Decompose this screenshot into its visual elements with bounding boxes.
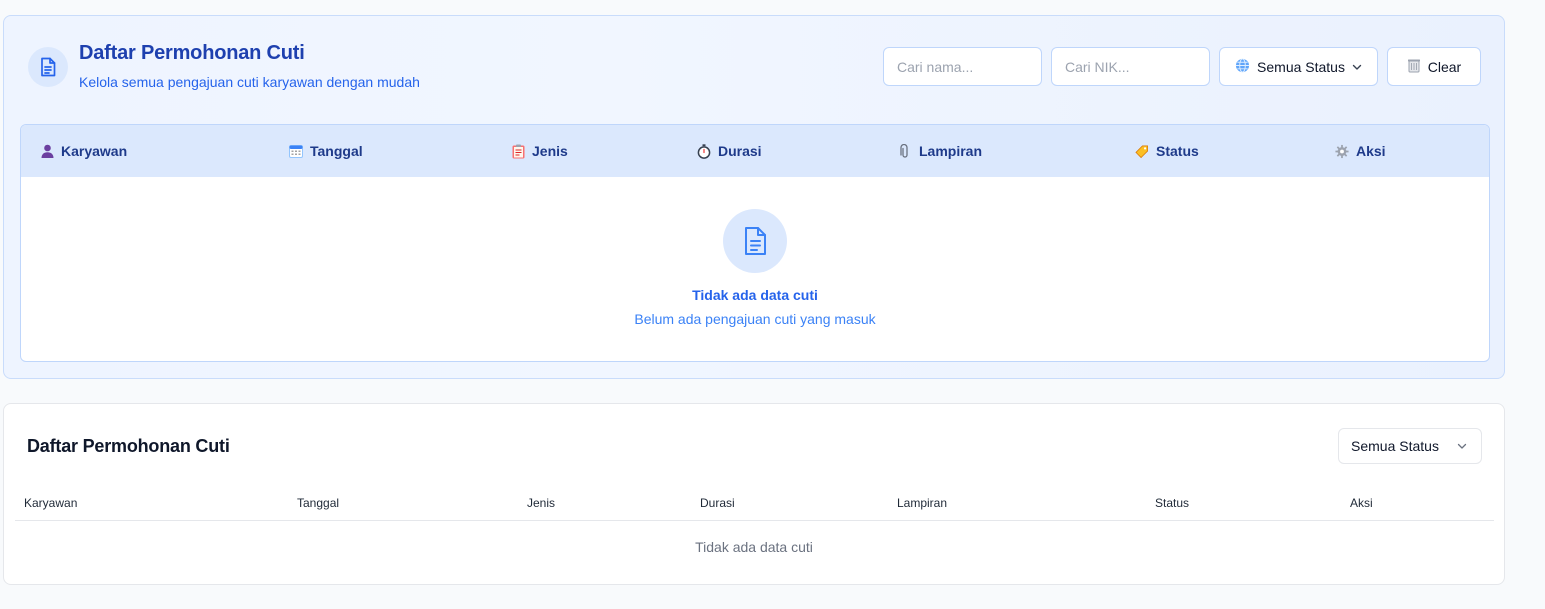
column-header-durasi: Durasi (700, 496, 735, 510)
column-header-karyawan: Karyawan (40, 125, 127, 177)
wastebasket-icon (1407, 58, 1421, 76)
section-title: Daftar Permohonan Cuti (27, 436, 230, 456)
column-header-jenis: Jenis (511, 125, 568, 177)
table-divider (15, 520, 1494, 521)
column-header-durasi: Durasi (697, 125, 762, 177)
chevron-down-icon (1352, 59, 1362, 75)
status-select[interactable]: Semua Status (1338, 428, 1482, 464)
page-title: Daftar Permohonan Cuti (79, 42, 305, 64)
table-header: Karyawan Tanggal Jenis Durasi Lampiran S… (21, 125, 1489, 177)
gear-icon (1335, 144, 1349, 158)
document-icon (28, 47, 68, 87)
column-header-jenis: Jenis (527, 496, 556, 510)
search-nik-input[interactable]: Cari NIK... (1051, 47, 1210, 86)
status-filter-dropdown[interactable]: Semua Status (1219, 47, 1378, 86)
column-header-lampiran: Lampiran (897, 496, 948, 510)
user-icon (40, 144, 54, 158)
empty-state-title: Tidak ada data cuti (692, 287, 818, 303)
column-header-status: Status (1155, 496, 1190, 510)
chevron-down-icon (1457, 438, 1467, 454)
tag-icon (1135, 144, 1149, 158)
leave-requests-card-secondary: Daftar Permohonan Cuti Semua Status Kary… (3, 403, 1505, 585)
column-header-tanggal: Tanggal (297, 496, 340, 510)
leave-table: Karyawan Tanggal Jenis Durasi Lampiran S… (20, 124, 1490, 362)
page-subtitle: Kelola semua pengajuan cuti karyawan den… (79, 74, 420, 90)
status-select-label: Semua Status (1351, 438, 1439, 454)
paperclip-icon (898, 143, 912, 158)
empty-state-subtitle: Belum ada pengajuan cuti yang masuk (634, 311, 876, 327)
column-header-lampiran: Lampiran (898, 125, 982, 177)
column-header-karyawan: Karyawan (24, 496, 78, 510)
clear-button-label: Clear (1427, 58, 1462, 75)
column-header-aksi: Aksi (1335, 125, 1386, 177)
empty-state-document-icon (723, 209, 787, 273)
calendar-icon (289, 144, 303, 158)
clear-button[interactable]: Clear (1387, 47, 1481, 86)
empty-table-message: Tidak ada data cuti (695, 539, 813, 555)
column-header-aksi: Aksi (1350, 496, 1373, 510)
column-header-status: Status (1135, 125, 1199, 177)
stopwatch-icon (697, 143, 711, 159)
column-header-tanggal: Tanggal (289, 125, 363, 177)
globe-icon (1235, 57, 1250, 76)
leave-requests-card: Daftar Permohonan Cuti Kelola semua peng… (3, 15, 1505, 379)
clipboard-icon (511, 144, 525, 158)
status-filter-label: Semua Status (1257, 58, 1345, 75)
search-name-input[interactable]: Cari nama... (883, 47, 1042, 86)
